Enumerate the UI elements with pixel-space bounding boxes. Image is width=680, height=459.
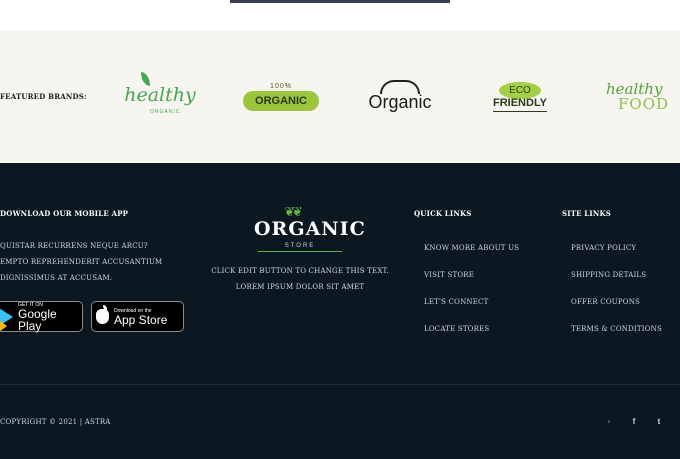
top-strip bbox=[0, 0, 680, 30]
copyright-text: COPYRIGHT © 2021 | ASTRA bbox=[0, 418, 111, 426]
site-link-coupons[interactable]: OFFER COUPONS bbox=[571, 298, 640, 306]
brand-organic-badge-name: ORGANIC bbox=[243, 91, 319, 111]
site-links-title: SITE LINKS bbox=[562, 209, 612, 218]
brand-healthy-tag: ORGANIC bbox=[150, 109, 181, 115]
footer-about-line: CLICK EDIT BUTTON TO CHANGE THIS TEXT. bbox=[211, 267, 389, 275]
app-description-line: DIGNISSIMUS AT ACCUSAM. bbox=[0, 274, 113, 282]
brand-food-badge: FOOD bbox=[618, 94, 670, 113]
site-link-terms[interactable]: TERMS & CONDITIONS bbox=[571, 325, 662, 333]
footer-logo-rule bbox=[258, 251, 342, 252]
app-store-label: App Store bbox=[114, 312, 168, 327]
brand-eco-underline bbox=[493, 111, 547, 112]
site-link-shipping[interactable]: SHIPPING DETAILS bbox=[571, 271, 646, 279]
quick-link-connect[interactable]: LET'S CONNECT bbox=[424, 298, 488, 306]
brand-healthy-name: healthy bbox=[124, 84, 196, 106]
footer-logo[interactable]: ❦❦ ORGANIC STORE bbox=[254, 204, 366, 256]
quick-link-about[interactable]: KNOW MORE ABOUT US bbox=[424, 244, 519, 252]
brand-logo-organic-badge[interactable]: 100% ORGANIC bbox=[243, 78, 319, 116]
quick-link-locate-stores[interactable]: LOCATE STORES bbox=[424, 325, 489, 333]
app-description-line: QUISTAR RECURRENS NEQUE ARCU? bbox=[0, 242, 148, 250]
featured-brands-band bbox=[0, 30, 680, 163]
app-store-button[interactable]: Download on the App Store bbox=[91, 301, 184, 332]
footer-about-text: CLICK EDIT BUTTON TO CHANGE THIS TEXT. L… bbox=[198, 263, 402, 295]
brand-logo-organic-stamp[interactable]: Organic bbox=[362, 70, 438, 122]
instagram-icon[interactable]: ◦ bbox=[603, 416, 615, 428]
brand-logo-healthy-food[interactable]: healthy FOOD bbox=[606, 70, 680, 122]
google-play-label: Google Play bbox=[18, 306, 57, 333]
brand-eco-name: FRIENDLY bbox=[493, 97, 547, 109]
hero-image-edge bbox=[230, 0, 450, 3]
app-section-title: DOWNLOAD OUR MOBILE APP bbox=[0, 209, 129, 218]
apple-icon bbox=[96, 305, 109, 324]
facebook-icon[interactable]: f bbox=[628, 416, 640, 428]
brand-organic-stamp-name: Organic bbox=[368, 91, 432, 112]
google-play-icon bbox=[0, 307, 13, 332]
quick-link-visit-store[interactable]: VISIT STORE bbox=[424, 271, 474, 279]
twitter-icon[interactable]: t bbox=[653, 416, 665, 428]
footer-divider bbox=[0, 384, 680, 385]
quick-links-title: QUICK LINKS bbox=[414, 209, 472, 218]
footer-logo-name: ORGANIC bbox=[254, 218, 366, 240]
brand-logo-healthy[interactable]: healthy ORGANIC bbox=[120, 70, 200, 120]
footer-about-line: LOREM IPSUM DOLOR SIT AMET bbox=[235, 283, 365, 291]
site-link-privacy[interactable]: PRIVACY POLICY bbox=[571, 244, 636, 252]
featured-brands-label: FEATURED BRANDS: bbox=[0, 92, 87, 101]
google-play-button[interactable]: GET IT ON Google Play bbox=[0, 301, 83, 332]
app-description-line: EMPTO REPREHENDERIT ACCUSANTIUM bbox=[0, 258, 163, 266]
brand-logo-eco-friendly[interactable]: ECO FRIENDLY bbox=[486, 72, 554, 122]
app-description: QUISTAR RECURRENS NEQUE ARCU? EMPTO REPR… bbox=[0, 238, 170, 286]
footer-logo-sub: STORE bbox=[284, 243, 316, 249]
brand-organic-badge-percent: 100% bbox=[270, 83, 292, 90]
